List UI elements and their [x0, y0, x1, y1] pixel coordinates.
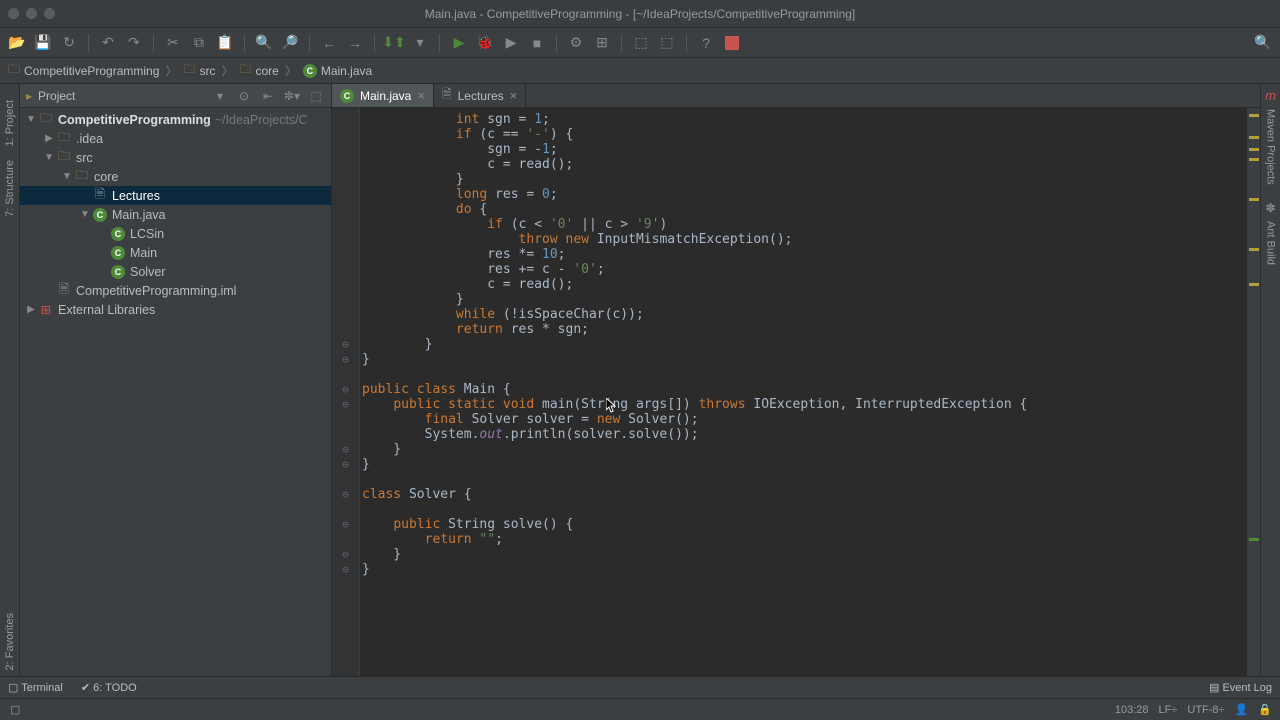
code-area[interactable]: int sgn = 1; if (c == '-') { sgn = -1; c…: [360, 108, 1246, 676]
collapse-icon[interactable]: ⇤: [259, 89, 277, 103]
inspection-icon[interactable]: 👤: [1235, 703, 1249, 716]
maven-icon[interactable]: m: [1265, 88, 1276, 103]
left-tool-strip: 1: Project 7: Structure 2: Favorites: [0, 84, 20, 676]
search-everywhere-icon[interactable]: 🔍: [1252, 32, 1274, 54]
breadcrumb-bar: 🗀CompetitiveProgramming〉🗀src〉🗀core〉CMain…: [0, 58, 1280, 84]
build-icon[interactable]: ⬇⬆: [383, 32, 405, 54]
structure-icon[interactable]: ⊞: [591, 32, 613, 54]
editor-area: CMain.java×🗎Lectures× ⊖⊖⊖⊖⊖⊖⊖⊖⊖⊖ int sgn…: [332, 84, 1260, 676]
lock-icon[interactable]: 🔒: [1258, 703, 1272, 716]
redo-icon[interactable]: ↷: [123, 32, 145, 54]
sdk-icon[interactable]: ⬚: [630, 32, 652, 54]
terminal-tool-tab[interactable]: ▢ Terminal: [8, 681, 63, 694]
paste-icon[interactable]: 📋: [214, 32, 236, 54]
editor-gutter: ⊖⊖⊖⊖⊖⊖⊖⊖⊖⊖: [332, 108, 360, 676]
breadcrumb-item[interactable]: 🗀core: [239, 60, 278, 81]
editor-tab[interactable]: CMain.java×: [332, 84, 434, 107]
save-icon[interactable]: 💾: [32, 32, 54, 54]
titlebar: Main.java - CompetitiveProgramming - [~/…: [0, 0, 1280, 28]
profile-icon[interactable]: ⚙: [565, 32, 587, 54]
ant-tool-tab[interactable]: Ant Build: [1263, 215, 1279, 271]
copy-icon[interactable]: ⧉: [188, 32, 210, 54]
project-scope-dropdown[interactable]: ▾: [211, 89, 229, 103]
back-icon[interactable]: ←: [318, 32, 340, 54]
settings-icon[interactable]: ✼▾: [283, 89, 301, 103]
cut-icon[interactable]: ✂: [162, 32, 184, 54]
error-stripe[interactable]: [1246, 108, 1260, 676]
zoom-out-icon[interactable]: 🔎: [279, 32, 301, 54]
status-bar: ▢ 103:28 LF÷ UTF-8÷ 👤 🔒: [0, 698, 1280, 720]
hide-icon[interactable]: ⬚: [307, 89, 325, 103]
folder-icon: ▸: [26, 89, 32, 103]
breadcrumb-item[interactable]: 🗀CompetitiveProgramming: [8, 60, 159, 81]
editor-body[interactable]: ⊖⊖⊖⊖⊖⊖⊖⊖⊖⊖ int sgn = 1; if (c == '-') { …: [332, 108, 1260, 676]
zoom-in-icon[interactable]: 🔍: [253, 32, 275, 54]
project-tool-tab[interactable]: 1: Project: [2, 94, 18, 152]
file-encoding[interactable]: UTF-8÷: [1187, 704, 1224, 716]
project-panel-header: ▸ Project ▾ ⊙ ⇤ ✼▾ ⬚: [20, 84, 331, 108]
tree-row[interactable]: ▶⊞External Libraries: [20, 300, 331, 319]
right-tool-strip: m Maven Projects ✽ Ant Build: [1260, 84, 1280, 676]
help-icon[interactable]: ?: [695, 32, 717, 54]
window-title: Main.java - CompetitiveProgramming - [~/…: [0, 7, 1280, 21]
tree-row[interactable]: CSolver: [20, 262, 331, 281]
tree-row[interactable]: 🗎Lectures: [20, 186, 331, 205]
todo-tool-tab[interactable]: ✔ 6: TODO: [81, 681, 137, 694]
refresh-icon[interactable]: ↻: [58, 32, 80, 54]
stop-icon[interactable]: ■: [526, 32, 548, 54]
project-tree[interactable]: ▼🗀CompetitiveProgramming ~/IdeaProjects/…: [20, 108, 331, 676]
run-icon[interactable]: ▶: [448, 32, 470, 54]
cursor-position[interactable]: 103:28: [1115, 704, 1149, 716]
editor-tabs: CMain.java×🗎Lectures×: [332, 84, 1260, 108]
favorites-tool-tab[interactable]: 2: Favorites: [2, 607, 18, 676]
bottom-tool-strip: ▢ Terminal ✔ 6: TODO ▤ Event Log: [0, 676, 1280, 698]
tree-row[interactable]: ▼🗀CompetitiveProgramming ~/IdeaProjects/…: [20, 110, 331, 129]
close-icon[interactable]: ×: [417, 88, 425, 103]
main-toolbar: 📂 💾 ↻ ↶ ↷ ✂ ⧉ 📋 🔍 🔎 ← → ⬇⬆ ▾ ▶ 🐞 ▶ ■ ⚙ ⊞…: [0, 28, 1280, 58]
maven-tool-tab[interactable]: Maven Projects: [1263, 103, 1279, 191]
structure-tool-tab[interactable]: 7: Structure: [2, 154, 18, 223]
line-separator[interactable]: LF÷: [1159, 704, 1178, 716]
forward-icon[interactable]: →: [344, 32, 366, 54]
locate-icon[interactable]: ⊙: [235, 89, 253, 103]
android-icon[interactable]: ⬚: [656, 32, 678, 54]
ii-icon[interactable]: [721, 32, 743, 54]
debug-icon[interactable]: 🐞: [474, 32, 496, 54]
project-panel: ▸ Project ▾ ⊙ ⇤ ✼▾ ⬚ ▼🗀CompetitiveProgra…: [20, 84, 332, 676]
project-panel-title: Project: [38, 89, 205, 103]
ant-icon[interactable]: ✽: [1265, 201, 1275, 215]
breadcrumb-item[interactable]: 🗀src: [183, 60, 215, 81]
undo-icon[interactable]: ↶: [97, 32, 119, 54]
status-icon[interactable]: ▢: [10, 703, 20, 716]
run-dropdown[interactable]: ▾: [409, 32, 431, 54]
coverage-icon[interactable]: ▶: [500, 32, 522, 54]
tree-row[interactable]: 🗎CompetitiveProgramming.iml: [20, 281, 331, 300]
tree-row[interactable]: ▼🗀core: [20, 167, 331, 186]
tree-row[interactable]: ▼🗀src: [20, 148, 331, 167]
tree-row[interactable]: ▶🗀.idea: [20, 129, 331, 148]
tree-row[interactable]: ▼CMain.java: [20, 205, 331, 224]
open-icon[interactable]: 📂: [6, 32, 28, 54]
editor-tab[interactable]: 🗎Lectures×: [434, 84, 526, 107]
tree-row[interactable]: CLCSin: [20, 224, 331, 243]
event-log-tab[interactable]: ▤ Event Log: [1209, 681, 1272, 694]
breadcrumb-item[interactable]: CMain.java: [303, 64, 372, 78]
tree-row[interactable]: CMain: [20, 243, 331, 262]
close-icon[interactable]: ×: [510, 88, 518, 103]
